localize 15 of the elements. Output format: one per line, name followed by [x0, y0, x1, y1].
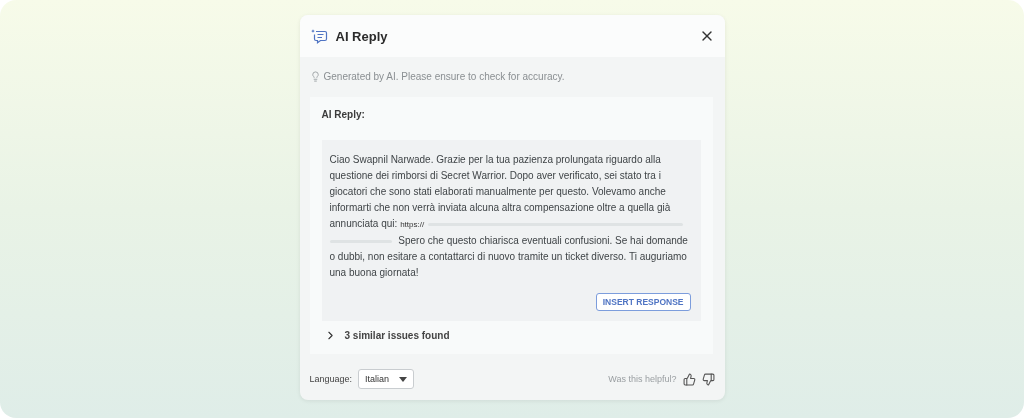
insert-response-button[interactable]: INSERT RESPONSE — [595, 293, 691, 311]
language-label: Language: — [309, 374, 353, 384]
feedback-prompt: Was this helpful? — [608, 374, 677, 384]
dialog-title: AI Reply — [335, 28, 389, 44]
ai-notice: Generated by AI. Please ensure to check for accuracy. — [323, 70, 565, 82]
chat-sparkle-icon — [309, 27, 328, 45]
thumbs-up-button[interactable] — [682, 372, 696, 386]
lightbulb-icon — [309, 70, 321, 82]
reply-heading: AI Reply: — [321, 109, 366, 120]
caret-icon — [399, 376, 408, 382]
link-text[interactable]: https:// — [400, 220, 425, 229]
similar-issues-label: 3 similar issues found — [344, 330, 450, 341]
language-select[interactable]: Italian — [358, 369, 415, 389]
thumbs-down-button[interactable] — [701, 372, 715, 386]
reply-text: Ciao Swapnil Narwade. Grazie per la tua pazienza prolungata riguardo alla questione dei rimborsi di Secret Warrior. Dopo aver verificato, sei stato tra i giocatori che sono stati elaborati manualmente per questo. Volevamo anche informarti che non verrà inviata alcuna altra compensazione oltre a quella già annunciata qui: https:// Spero che questo chiarisca eventuali confusioni. Se hai domande o dubbi, non esitare a contattarci di nuovo tramite un ticket diverso. Ti auguriamo una buona giornata! — [329, 153, 689, 280]
